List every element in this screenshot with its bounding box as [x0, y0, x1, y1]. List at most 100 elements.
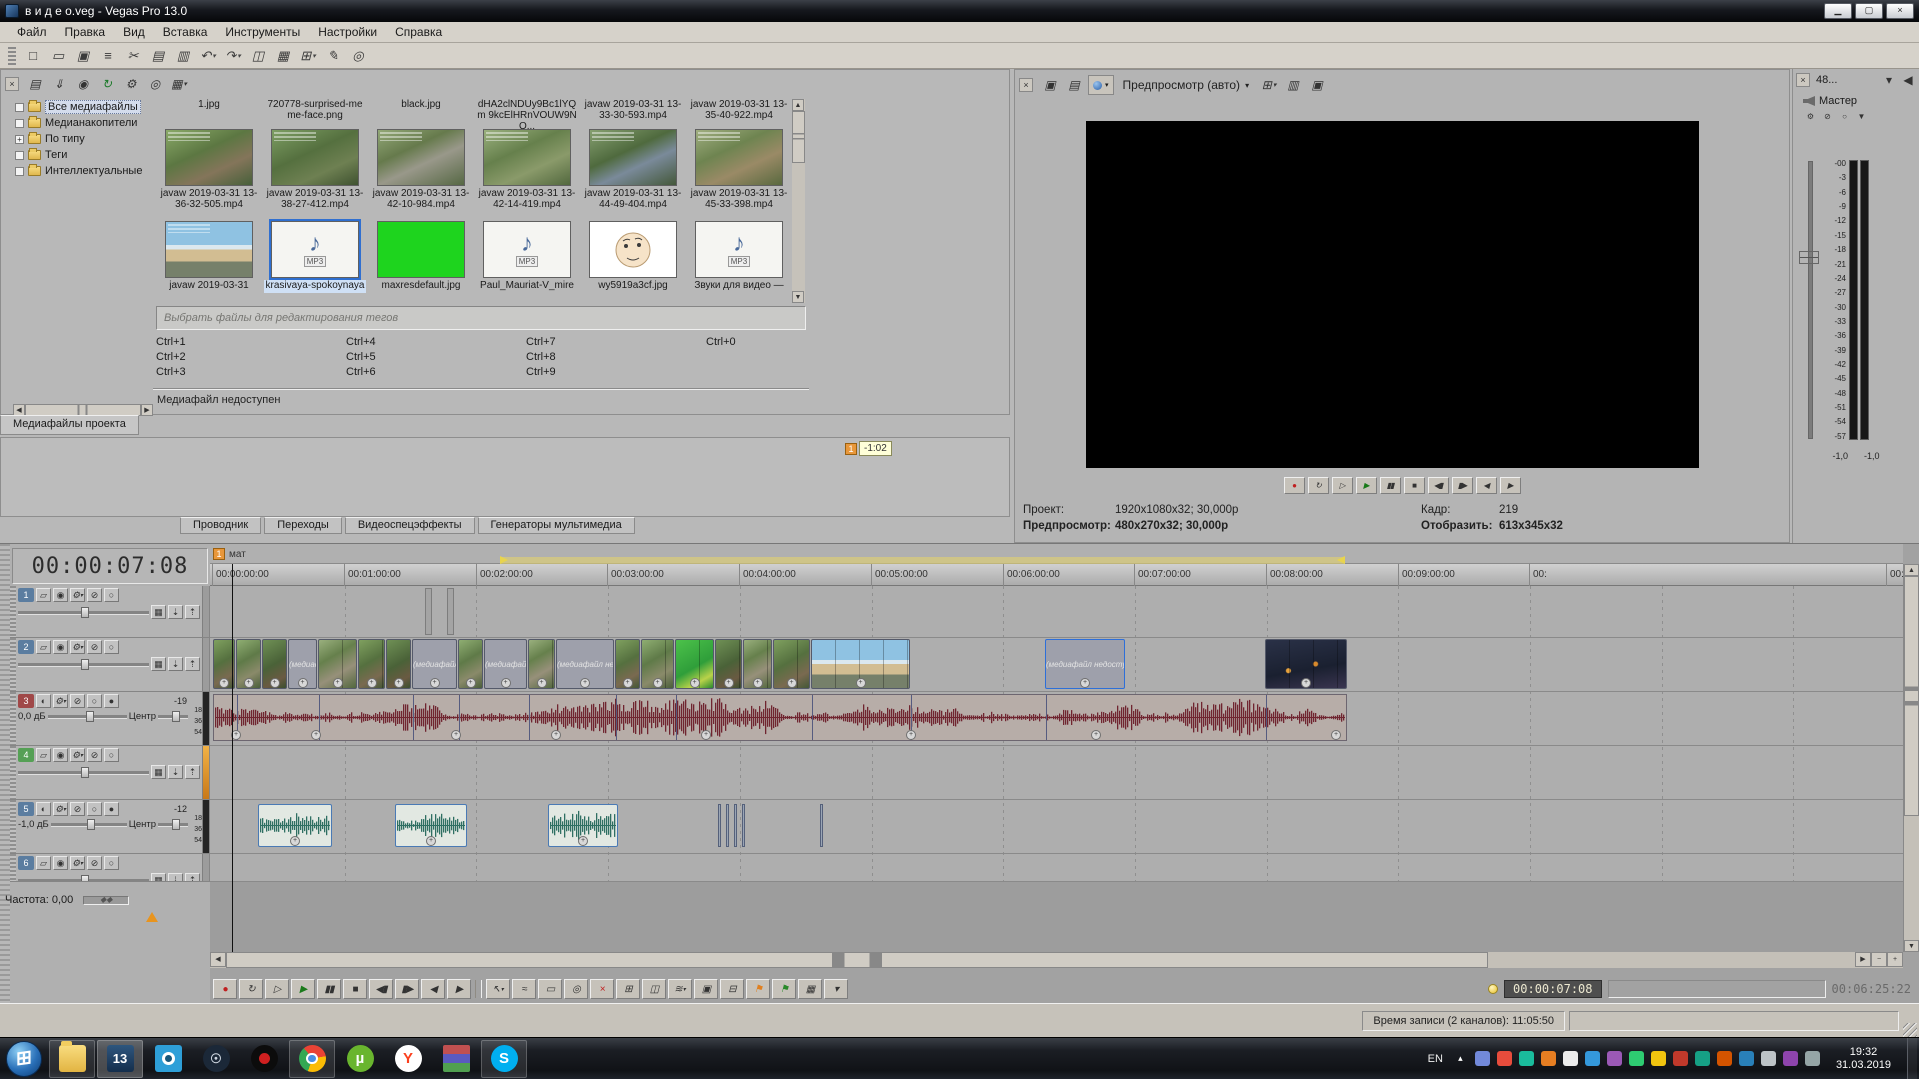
solo-icon[interactable]: ○: [104, 640, 119, 654]
dock-tab[interactable]: Проводник: [180, 517, 261, 534]
time-ruler[interactable]: 00:00:00:0000:01:00:0000:02:00:0000:03:0…: [210, 564, 1903, 586]
stop-button[interactable]: ■: [1404, 477, 1425, 494]
media-views-button[interactable]: ▦▾: [168, 74, 190, 94]
video-lane-4[interactable]: [210, 746, 1903, 800]
timeline-vertical-scrollbar[interactable]: ▲ ▼: [1903, 564, 1919, 952]
mute-icon[interactable]: ⊘: [87, 640, 102, 654]
master-mute-icon[interactable]: ⊘: [1820, 109, 1835, 123]
media-capture-button[interactable]: ◉▾: [72, 74, 94, 94]
video-event[interactable]: +: [318, 639, 357, 689]
tray-icon[interactable]: [1761, 1051, 1776, 1066]
phase-invert-icon[interactable]: ◐: [36, 802, 51, 816]
tray-icon[interactable]: [1629, 1051, 1644, 1066]
track-header[interactable]: 3 ▱ ◉ ◐ ⚙▾ ⊘ ○ ● -19: [10, 692, 210, 746]
paste-button[interactable]: ▥▾: [171, 45, 195, 67]
video-preview-dock-button[interactable]: ▣: [1039, 75, 1061, 95]
tray-icon[interactable]: [1739, 1051, 1754, 1066]
event-boundary[interactable]: [529, 695, 530, 740]
media-fx-button[interactable]: ⚙▾: [120, 74, 142, 94]
javaw 2019-03-31 13-42-14-419.mp4[interactable]: javaw 2019-03-31 13-42-14-419.mp4: [474, 129, 580, 221]
solo-icon[interactable]: ○: [87, 802, 102, 816]
resize-grip[interactable]: [1903, 1023, 1917, 1037]
track-number-badge[interactable]: 2: [18, 640, 34, 654]
scrub-slider[interactable]: ◆◆: [83, 896, 129, 905]
record-button[interactable]: ●▾: [213, 979, 237, 999]
track-number-badge[interactable]: 4: [18, 748, 34, 762]
redo-button[interactable]: ↷▾: [221, 45, 245, 67]
track-number-badge[interactable]: 1: [18, 588, 34, 602]
snap-button[interactable]: ⊞▾: [616, 979, 640, 999]
media-search-button[interactable]: ◎▾: [144, 74, 166, 94]
dock-tab[interactable]: Видеоспецэффекты: [345, 517, 475, 534]
javaw 2019-03-31[interactable]: ♪ MP3 j: [156, 221, 262, 299]
crossfade-button[interactable]: ◫▾: [642, 979, 666, 999]
make-child-icon[interactable]: ⇣: [168, 873, 183, 882]
playhead-cursor[interactable]: [232, 564, 233, 952]
tree-expander-icon[interactable]: [15, 167, 24, 176]
insert-marker-button[interactable]: ⚑▾: [746, 979, 770, 999]
track-fx-icon[interactable]: ⚙▾: [70, 640, 85, 654]
scroll-left-icon[interactable]: ◀: [210, 952, 226, 967]
mixer-pin-icon[interactable]: ▾: [1881, 73, 1897, 87]
composite-grid-icon[interactable]: ▦: [151, 605, 166, 619]
audio-event[interactable]: +: [258, 804, 332, 847]
record-arm-icon[interactable]: ●: [104, 802, 119, 816]
scroll-right-icon[interactable]: ▶: [1855, 952, 1871, 967]
ignore-grouping-button[interactable]: ⊟▾: [720, 979, 744, 999]
tray-icon[interactable]: [1475, 1051, 1490, 1066]
minimize-button[interactable]: ▁: [1824, 3, 1852, 19]
video-lane-6[interactable]: [210, 854, 1903, 882]
tag-search-input[interactable]: Выбрать файлы для редактирования тегов: [156, 306, 806, 330]
event-fx-icon[interactable]: +: [270, 678, 280, 688]
event-fx-icon[interactable]: +: [430, 678, 440, 688]
loop-playback-button[interactable]: ↻: [1308, 477, 1329, 494]
auto-ripple-button[interactable]: ≋▾: [668, 979, 692, 999]
pan-slider[interactable]: [158, 823, 188, 826]
scroll-up-icon[interactable]: ▲: [792, 99, 804, 111]
mute-icon[interactable]: ⊘: [70, 694, 85, 708]
video-event[interactable]: [447, 588, 454, 635]
volume-slider[interactable]: [48, 715, 127, 718]
track-header[interactable]: 6 ▱ ◉ ◐ ⚙▾ ⊘ ○ ●: [10, 854, 210, 882]
video-event[interactable]: +: [743, 639, 772, 689]
audio-event[interactable]: [726, 804, 729, 847]
taskbar-explorer-button[interactable]: [49, 1040, 95, 1078]
event-fx-icon[interactable]: +: [787, 678, 797, 688]
media-grid-scrollbar[interactable]: ▲ ▼: [792, 99, 805, 303]
composite-grid-icon[interactable]: ▦: [151, 873, 166, 882]
make-parent-icon[interactable]: ⇡: [185, 657, 200, 671]
event-fx-icon[interactable]: +: [578, 836, 588, 846]
event-boundary[interactable]: [676, 695, 677, 740]
taskbar-clock[interactable]: 19:32 31.03.2019: [1836, 1046, 1891, 1072]
start-button[interactable]: ⊞: [1, 1040, 47, 1078]
event-fx-icon[interactable]: +: [906, 730, 916, 740]
make-parent-icon[interactable]: ⇡: [185, 605, 200, 619]
javaw 2019-03-31 13-38-27-412.mp4[interactable]: javaw 2019-03-31 13-38-27-412.mp4: [262, 129, 368, 221]
tray-icon[interactable]: [1607, 1051, 1622, 1066]
video-event[interactable]: (медиафайл недоступен) +: [556, 639, 614, 689]
track-number-badge[interactable]: 6: [18, 856, 34, 870]
composite-grid-icon[interactable]: ▦: [151, 765, 166, 779]
media-file[interactable]: 1.jpg: [156, 99, 262, 129]
edit-tool-button[interactable]: ↖▾: [486, 979, 510, 999]
taskbar-vegas-button[interactable]: 13: [97, 1040, 143, 1078]
event-fx-icon[interactable]: +: [426, 836, 436, 846]
track-fx-icon[interactable]: ⚙▾: [70, 588, 85, 602]
open-button[interactable]: ▭▾: [46, 45, 70, 67]
menu-item[interactable]: Правка: [56, 23, 115, 41]
tray-icon[interactable]: [1805, 1051, 1820, 1066]
event-boundary[interactable]: [1046, 695, 1047, 740]
media-file[interactable]: dHA2clNDUy9Bc1lYQm 9kcElHRnVOUW9NQ...: [474, 99, 580, 129]
maximize-button[interactable]: ▢: [1855, 3, 1883, 19]
tray-icon[interactable]: [1673, 1051, 1688, 1066]
loop-end-icon[interactable]: [1337, 556, 1345, 564]
menu-item[interactable]: Вид: [114, 23, 154, 41]
master-fx-icon[interactable]: ⚙: [1803, 109, 1818, 123]
solo-icon[interactable]: ○: [87, 694, 102, 708]
menu-item[interactable]: Инструменты: [216, 23, 309, 41]
mute-icon[interactable]: ⊘: [87, 856, 102, 870]
cursor-time-display[interactable]: 00:00:07:08: [12, 548, 208, 584]
event-fx-icon[interactable]: +: [580, 678, 590, 688]
Звуки для видео —[interactable]: ♪ MP3 З: [686, 221, 792, 299]
track-motion-icon[interactable]: ◉: [53, 588, 68, 602]
